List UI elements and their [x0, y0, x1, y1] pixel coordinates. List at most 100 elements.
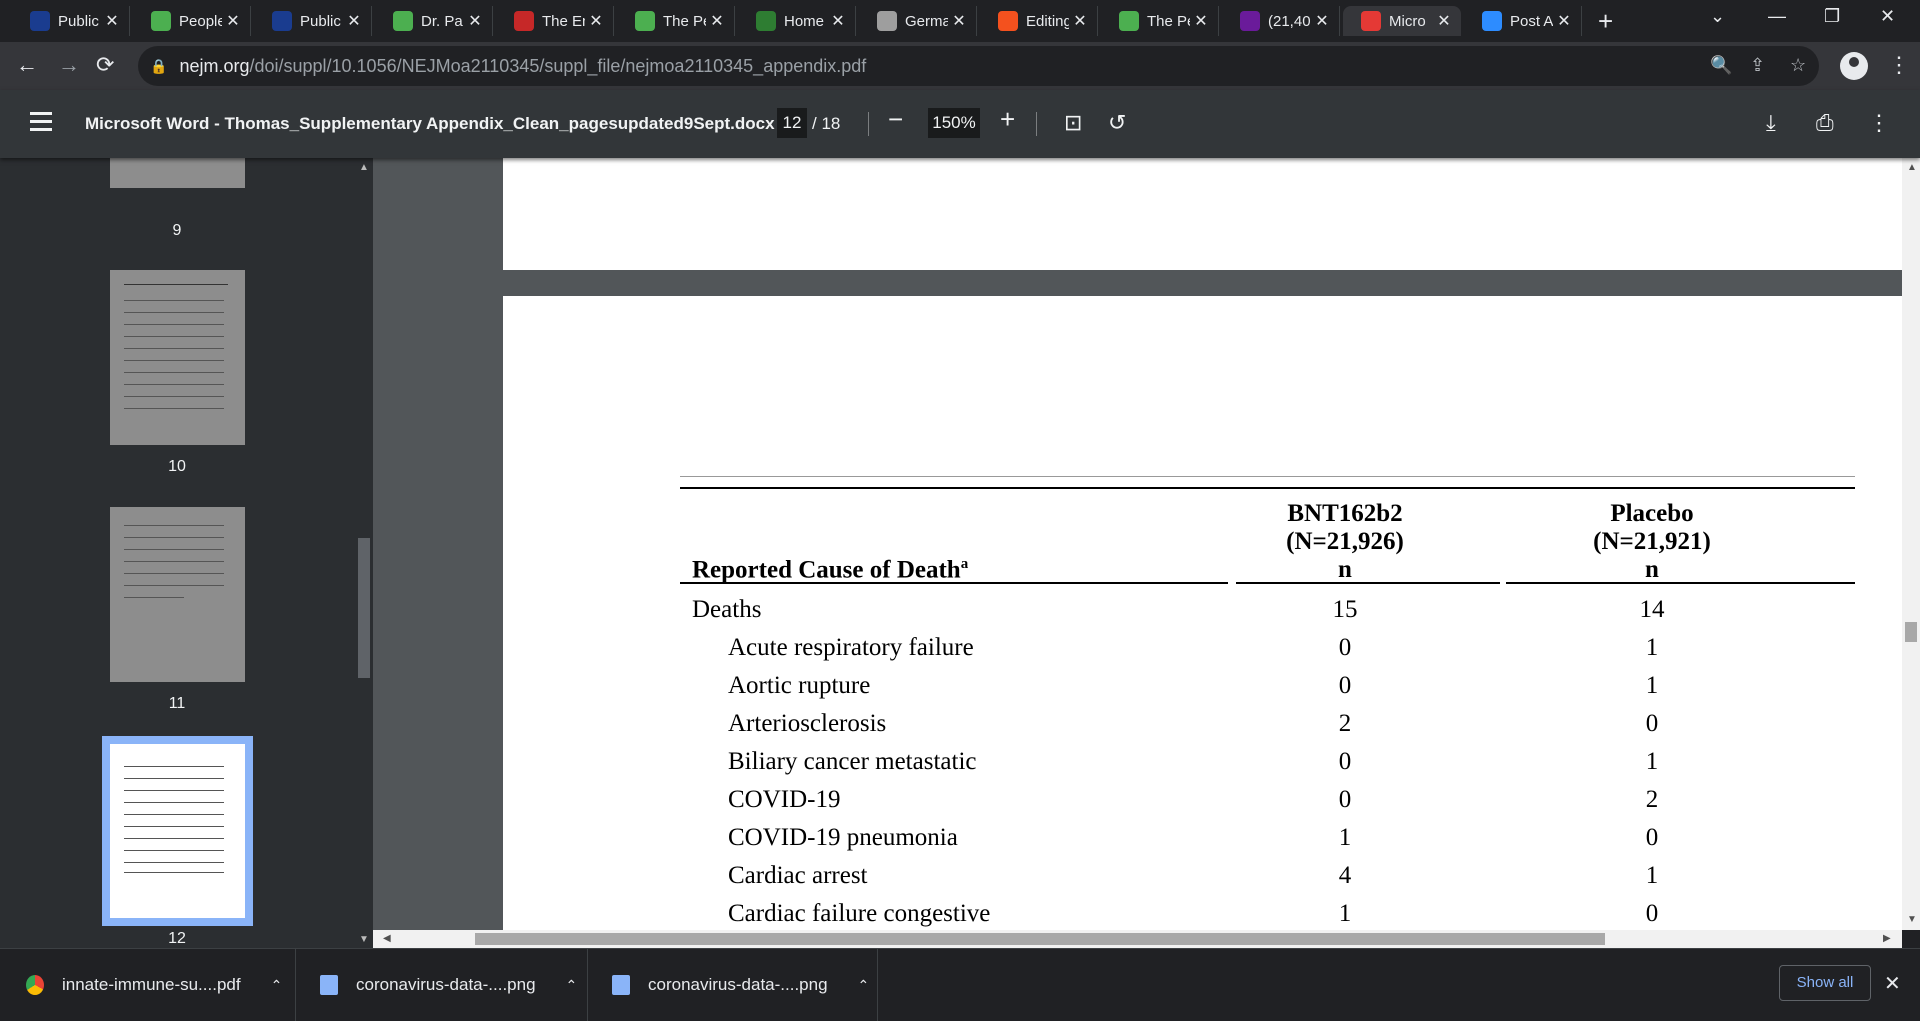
close-tab-icon[interactable]: ✕: [1553, 11, 1575, 31]
page-thumbnail-11[interactable]: [110, 507, 245, 682]
table-top-rule: [680, 476, 1855, 477]
browser-tab[interactable]: Public ✕: [12, 6, 130, 36]
browser-tab[interactable]: Dr. Pa ✕: [375, 6, 493, 36]
close-tab-icon[interactable]: ✕: [101, 11, 123, 31]
close-tab-icon[interactable]: ✕: [1190, 11, 1212, 31]
tab-search-icon[interactable]: ⌄: [1710, 6, 1725, 27]
browser-tab[interactable]: Micro ✕: [1343, 6, 1461, 36]
browser-tab[interactable]: Editing ✕: [980, 6, 1098, 36]
scroll-up-arrow-icon[interactable]: ▲: [1907, 162, 1917, 173]
close-tab-icon[interactable]: ✕: [464, 11, 486, 31]
new-tab-button[interactable]: +: [1598, 8, 1613, 34]
chevron-up-icon[interactable]: ⌃: [271, 977, 283, 994]
page-total: / 18: [812, 114, 841, 133]
browser-tab[interactable]: (21,40 ✕: [1222, 6, 1340, 36]
close-tab-icon[interactable]: ✕: [706, 11, 728, 31]
forward-button[interactable]: →: [58, 52, 80, 78]
page-thumbnail-9[interactable]: [110, 158, 245, 188]
scroll-up-arrow-icon[interactable]: ▲: [359, 162, 369, 173]
placebo-count: 0: [1645, 710, 1659, 737]
close-tab-icon[interactable]: ✕: [585, 11, 607, 31]
share-icon[interactable]: ⇪: [1750, 55, 1765, 76]
fit-page-icon[interactable]: ⊡: [1064, 110, 1082, 136]
header-underline: [1236, 582, 1500, 584]
browser-tab[interactable]: The Pe✕: [617, 6, 735, 36]
browser-tab[interactable]: Germa ✕: [859, 6, 977, 36]
download-filename: coronavirus-data-....png: [648, 975, 828, 994]
vertical-scrollbar-thumb[interactable]: [1905, 622, 1917, 642]
show-all-downloads-button[interactable]: Show all: [1779, 965, 1871, 1001]
zoom-in-button[interactable]: +: [1000, 104, 1015, 135]
download-item[interactable]: coronavirus-data-....png ⌃: [296, 949, 588, 1021]
close-tab-icon[interactable]: ✕: [827, 11, 849, 31]
bookmark-star-icon[interactable]: ☆: [1790, 55, 1806, 76]
browser-tab[interactable]: Public ✕: [254, 6, 372, 36]
scroll-down-arrow-icon[interactable]: ▼: [359, 934, 369, 945]
col-bnt-unit: n: [1338, 556, 1352, 583]
browser-tab[interactable]: Home ✕: [738, 6, 856, 36]
close-tab-icon[interactable]: ✕: [1069, 11, 1091, 31]
more-actions-icon[interactable]: ⋮: [1868, 110, 1890, 136]
cause-label: Cardiac failure congestive: [728, 900, 991, 927]
download-item[interactable]: coronavirus-data-....png ⌃: [588, 949, 878, 1021]
zoom-level-input[interactable]: 150%: [928, 108, 980, 138]
image-file-icon: [612, 975, 630, 995]
scroll-left-arrow-icon[interactable]: ◀: [383, 933, 391, 944]
close-window-button[interactable]: ✕: [1880, 6, 1895, 27]
page-number-input[interactable]: 12: [777, 108, 807, 138]
browser-tab[interactable]: The Pe✕: [1101, 6, 1219, 36]
tab-strip: Public✕People✕Public✕Dr. Pa✕The En✕The P…: [0, 0, 1920, 42]
profile-avatar[interactable]: [1840, 52, 1868, 80]
close-tab-icon[interactable]: ✕: [1311, 11, 1333, 31]
browser-menu-icon[interactable]: ⋮: [1888, 52, 1910, 78]
zoom-icon[interactable]: 🔍: [1710, 55, 1732, 76]
url-host: nejm.org: [179, 55, 250, 76]
tab-title: The Pe: [663, 12, 706, 30]
viewer-vertical-scrollbar[interactable]: ▲ ▼: [1902, 158, 1920, 930]
scroll-down-arrow-icon[interactable]: ▼: [1907, 914, 1917, 925]
cause-label: COVID-19: [728, 786, 841, 813]
browser-tab[interactable]: The En✕: [496, 6, 614, 36]
chevron-up-icon[interactable]: ⌃: [858, 977, 870, 994]
sidebar-menu-icon[interactable]: [30, 112, 52, 136]
thumbnail-sidebar: 9 10 11 12: [0, 158, 355, 948]
sidebar-scrollbar[interactable]: ▲ ▼: [355, 158, 373, 948]
placebo-count: 1: [1645, 748, 1659, 775]
close-tab-icon[interactable]: ✕: [343, 11, 365, 31]
close-download-shelf-icon[interactable]: ✕: [1884, 971, 1901, 996]
thumbnail-label-9: 9: [172, 222, 182, 239]
rotate-icon[interactable]: ↺: [1108, 110, 1126, 136]
viewer-horizontal-scrollbar[interactable]: ◀ ▶: [373, 930, 1902, 948]
download-icon[interactable]: ⤓: [1766, 110, 1776, 136]
close-tab-icon[interactable]: ✕: [222, 11, 244, 31]
page-thumbnail-12[interactable]: [102, 736, 253, 926]
zoom-out-button[interactable]: −: [888, 104, 903, 135]
tab-title: (21,40: [1268, 12, 1311, 30]
coronavirus-icon: [1361, 11, 1381, 31]
lock-icon[interactable]: 🔒: [150, 58, 167, 75]
tab-title: People: [179, 12, 222, 30]
col-cause-label: Reported Cause of Death: [692, 556, 961, 584]
omnibox[interactable]: 🔒 nejm.org/doi/suppl/10.1056/NEJMoa21103…: [138, 46, 1819, 86]
browser-tab[interactable]: People ✕: [133, 6, 251, 36]
col-bnt-name: BNT162b2: [1287, 500, 1403, 527]
restore-button[interactable]: ❐: [1824, 6, 1840, 27]
chevron-up-icon[interactable]: ⌃: [566, 977, 578, 994]
table-row: Arteriosclerosis 2 0: [680, 710, 1855, 748]
horizontal-scrollbar-thumb[interactable]: [475, 933, 1605, 945]
browser-tab[interactable]: Post A ✕: [1464, 6, 1582, 36]
reload-button[interactable]: ⟳: [96, 52, 114, 78]
tab-title: Post A: [1510, 12, 1553, 30]
close-tab-icon[interactable]: ✕: [948, 11, 970, 31]
url-path: /doi/suppl/10.1056/NEJMoa2110345/suppl_f…: [249, 55, 867, 76]
scroll-right-arrow-icon[interactable]: ▶: [1883, 933, 1891, 944]
back-button[interactable]: ←: [16, 52, 38, 78]
sidebar-scrollbar-thumb[interactable]: [358, 538, 370, 678]
print-icon[interactable]: ⎙: [1816, 110, 1834, 136]
minimize-button[interactable]: —: [1768, 6, 1786, 27]
download-filename: coronavirus-data-....png: [356, 975, 536, 994]
close-tab-icon[interactable]: ✕: [1433, 11, 1455, 31]
download-item[interactable]: innate-immune-su....pdf ⌃: [0, 949, 296, 1021]
substack-icon: [998, 11, 1018, 31]
page-thumbnail-10[interactable]: [110, 270, 245, 445]
